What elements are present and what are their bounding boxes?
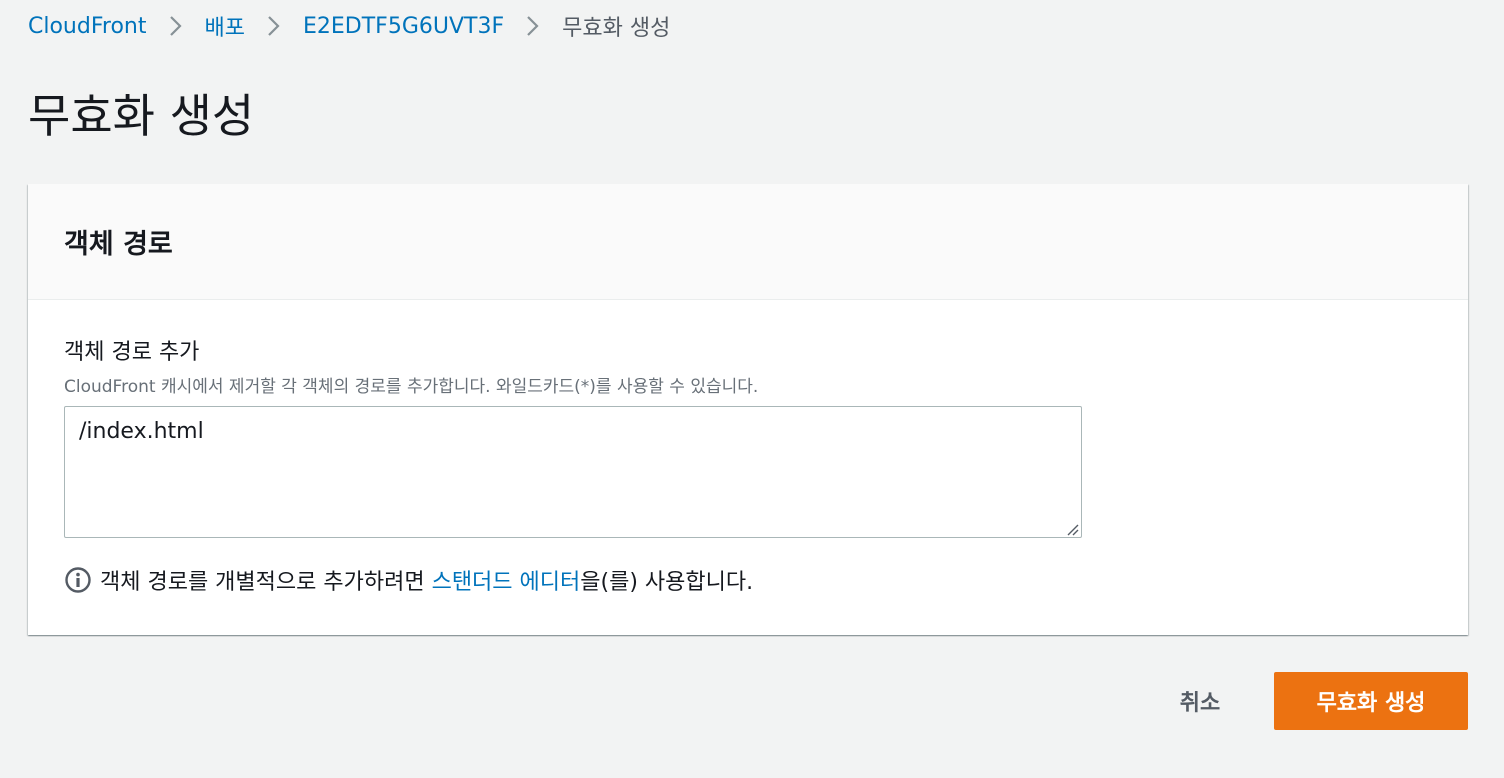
breadcrumb-cloudfront-link[interactable]: CloudFront [28,14,147,39]
page-title: 무효화 생성 [28,89,255,143]
info-text-suffix: 을(를) 사용합니다. [580,570,754,595]
chevron-right-icon [504,15,562,37]
object-paths-textarea-wrapper: /index.html [64,406,1082,538]
chevron-right-icon [245,15,303,37]
panel-title: 객체 경로 [64,229,173,260]
panel-header: 객체 경로 [28,184,1468,300]
info-message: 객체 경로를 개별적으로 추가하려면 스탠더드 에디터 을(를) 사용합니다. [64,564,753,596]
object-paths-textarea[interactable]: /index.html [64,406,1082,538]
breadcrumb-current: 무효화 생성 [562,16,671,41]
chevron-right-icon [147,15,205,37]
breadcrumb-distribution-id-link[interactable]: E2EDTF5G6UVT3F [303,14,504,39]
object-paths-panel: 객체 경로 객체 경로 추가 CloudFront 캐시에서 제거할 각 객체의… [28,184,1468,635]
breadcrumb: CloudFront 배포 E2EDTF5G6UVT3F 무효화 생성 [28,10,670,42]
resize-grip-icon[interactable] [1065,521,1079,536]
object-paths-description: CloudFront 캐시에서 제거할 각 객체의 경로를 추가합니다. 와일드… [64,377,759,397]
breadcrumb-distributions-link[interactable]: 배포 [205,10,245,42]
object-paths-label: 객체 경로 추가 [64,340,200,365]
info-icon [64,566,92,594]
cancel-button[interactable]: 취소 [1160,672,1240,730]
info-text-prefix: 객체 경로를 개별적으로 추가하려면 [100,570,432,595]
standard-editor-link[interactable]: 스탠더드 에디터 [432,564,581,596]
create-invalidation-button[interactable]: 무효화 생성 [1274,672,1468,730]
